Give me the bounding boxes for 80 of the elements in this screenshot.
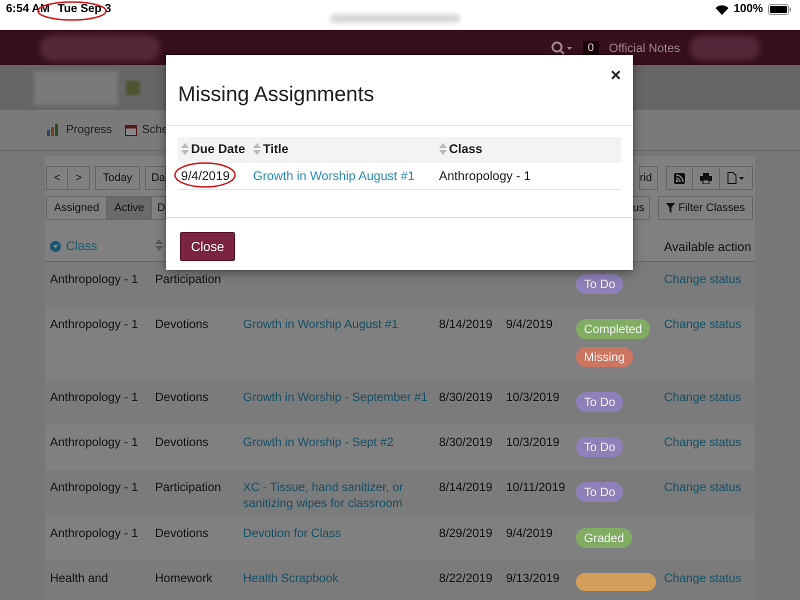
table-cell: Anthropology - 1 bbox=[50, 316, 138, 330]
status-badge: To Do bbox=[576, 274, 624, 294]
filter-tab[interactable]: Assigned bbox=[46, 196, 108, 220]
calendar-icon bbox=[125, 124, 138, 136]
table-cell: 9/4/2019 bbox=[506, 526, 553, 540]
bar-chart-icon bbox=[47, 124, 61, 136]
table-cell: 9/4/2019 bbox=[181, 169, 230, 183]
table-cell: Participation bbox=[155, 480, 222, 494]
status-badge: To Do bbox=[576, 436, 624, 456]
sort-down-icon bbox=[50, 240, 61, 252]
annotation-circle bbox=[173, 161, 237, 189]
rss-button[interactable] bbox=[666, 166, 693, 190]
class-column-header[interactable]: Class bbox=[50, 239, 98, 253]
column-header[interactable]: Title bbox=[253, 142, 288, 156]
sort-icon bbox=[181, 143, 189, 155]
toolbar-button[interactable]: Da bbox=[145, 166, 166, 190]
filter-classes-button[interactable]: Filter Classes bbox=[658, 196, 753, 220]
table-cell: Anthropology - 1 bbox=[50, 434, 138, 448]
print-icon bbox=[700, 172, 712, 184]
print-button[interactable] bbox=[692, 166, 720, 190]
table-cell: Anthropology - 1 bbox=[50, 272, 138, 286]
status-badge: Missing bbox=[576, 346, 633, 366]
table-cell: 10/11/2019 bbox=[506, 480, 566, 494]
assignment-link[interactable]: Growth in Worship - Sept #2 bbox=[243, 434, 429, 450]
table-cell: 8/29/2019 bbox=[439, 526, 492, 540]
filter-tab[interactable]: Active bbox=[106, 196, 152, 220]
column-header: Available action bbox=[664, 240, 752, 254]
table-cell: Anthropology - 1 bbox=[50, 480, 138, 494]
sort-icon bbox=[155, 239, 163, 252]
change-status-link[interactable]: Change status bbox=[664, 434, 742, 448]
table-cell: Devotions bbox=[155, 316, 208, 330]
wifi-icon bbox=[714, 4, 729, 14]
toolbar-button[interactable]: Today bbox=[94, 166, 140, 190]
table-cell: 8/30/2019 bbox=[439, 390, 492, 404]
table-cell: Devotions bbox=[155, 526, 208, 540]
table-cell: Devotions bbox=[155, 390, 208, 404]
status-badge: Graded bbox=[576, 528, 632, 548]
notes-link[interactable]: Official Notes bbox=[608, 40, 680, 54]
sort-icon bbox=[439, 143, 447, 155]
toolbar-button[interactable]: rid bbox=[638, 166, 658, 190]
sort-icon bbox=[253, 143, 261, 155]
table-cell: Homework bbox=[155, 570, 212, 584]
table-cell: 8/14/2019 bbox=[439, 316, 492, 330]
filter-icon bbox=[666, 203, 676, 213]
status-badge: To Do bbox=[576, 482, 624, 502]
assignment-link[interactable]: Growth in Worship August #1 bbox=[243, 316, 429, 332]
toolbar-button[interactable]: > bbox=[67, 166, 90, 190]
table-cell: 10/3/2019 bbox=[506, 390, 560, 404]
column-header[interactable]: Class bbox=[439, 142, 482, 156]
status-badge: Completed bbox=[576, 318, 650, 338]
table-cell: Devotions bbox=[155, 434, 208, 448]
table-cell: 9/4/2019 bbox=[506, 316, 553, 330]
assignment-link[interactable]: Growth in Worship August #1 bbox=[253, 169, 415, 183]
document-icon bbox=[727, 172, 745, 184]
filter-tab[interactable]: D bbox=[151, 196, 166, 220]
table-cell: 8/30/2019 bbox=[439, 434, 492, 448]
rss-icon bbox=[674, 172, 685, 184]
export-button[interactable] bbox=[719, 166, 753, 190]
table-cell: Anthropology - 1 bbox=[50, 390, 138, 404]
table-cell: 8/14/2019 bbox=[439, 480, 492, 494]
table-cell: Health and bbox=[50, 570, 108, 584]
notes-count: 0 bbox=[582, 40, 599, 54]
table-cell: Anthropology - 1 bbox=[439, 169, 531, 183]
change-status-link[interactable]: Change status bbox=[664, 316, 742, 330]
blurred-icon bbox=[126, 80, 140, 94]
search-icon[interactable] bbox=[550, 40, 573, 54]
status-badge: To Do bbox=[576, 392, 624, 412]
nav-link[interactable]: Progress bbox=[66, 124, 112, 136]
blurred-profile bbox=[690, 36, 760, 60]
battery-percent: 100% bbox=[734, 3, 763, 15]
table-cell: 8/22/2019 bbox=[439, 570, 492, 584]
battery-icon bbox=[768, 4, 792, 14]
table-cell: 10/3/2019 bbox=[506, 434, 560, 448]
table-cell: Participation bbox=[155, 272, 222, 286]
toolbar-button[interactable]: < bbox=[46, 166, 68, 190]
table-cell: 9/13/2019 bbox=[506, 570, 560, 584]
table-cell: Anthropology - 1 bbox=[50, 526, 138, 540]
close-button[interactable]: Close bbox=[180, 232, 236, 261]
assignment-link[interactable]: Devotion for Class bbox=[243, 524, 429, 540]
modal-title: Missing Assignments bbox=[178, 83, 374, 106]
